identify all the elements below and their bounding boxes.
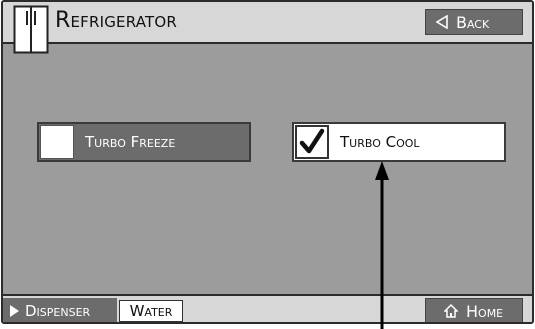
back-button[interactable]: Back xyxy=(425,9,523,35)
home-button[interactable]: Home xyxy=(425,298,523,322)
bottom-bar: Dispenser Water Home xyxy=(3,294,532,322)
turbo-freeze-label: Turbo Freeze xyxy=(85,133,176,151)
water-status-badge: Water xyxy=(119,300,183,322)
back-button-label: Back xyxy=(456,12,490,32)
play-arrow-icon xyxy=(10,305,19,317)
refrigerator-screen: Refrigerator Back Turbo Freeze Turbo Coo… xyxy=(1,0,534,324)
turbo-cool-label: Turbo Cool xyxy=(340,133,420,151)
page-title: Refrigerator xyxy=(55,8,178,33)
home-button-label: Home xyxy=(466,301,504,321)
turbo-cool-toggle[interactable]: Turbo Cool xyxy=(292,122,506,162)
back-arrow-icon xyxy=(436,15,448,29)
callout-arrow xyxy=(375,161,389,329)
home-icon xyxy=(444,304,458,318)
dispenser-button[interactable]: Dispenser xyxy=(3,298,117,322)
header-bar: Refrigerator Back xyxy=(3,2,532,54)
dispenser-label: Dispenser xyxy=(25,302,91,320)
turbo-freeze-checkbox[interactable] xyxy=(40,125,74,159)
turbo-cool-checkbox[interactable] xyxy=(295,125,329,159)
turbo-freeze-toggle[interactable]: Turbo Freeze xyxy=(37,122,251,162)
checkmark-icon xyxy=(299,128,325,154)
refrigerator-icon xyxy=(13,5,49,54)
